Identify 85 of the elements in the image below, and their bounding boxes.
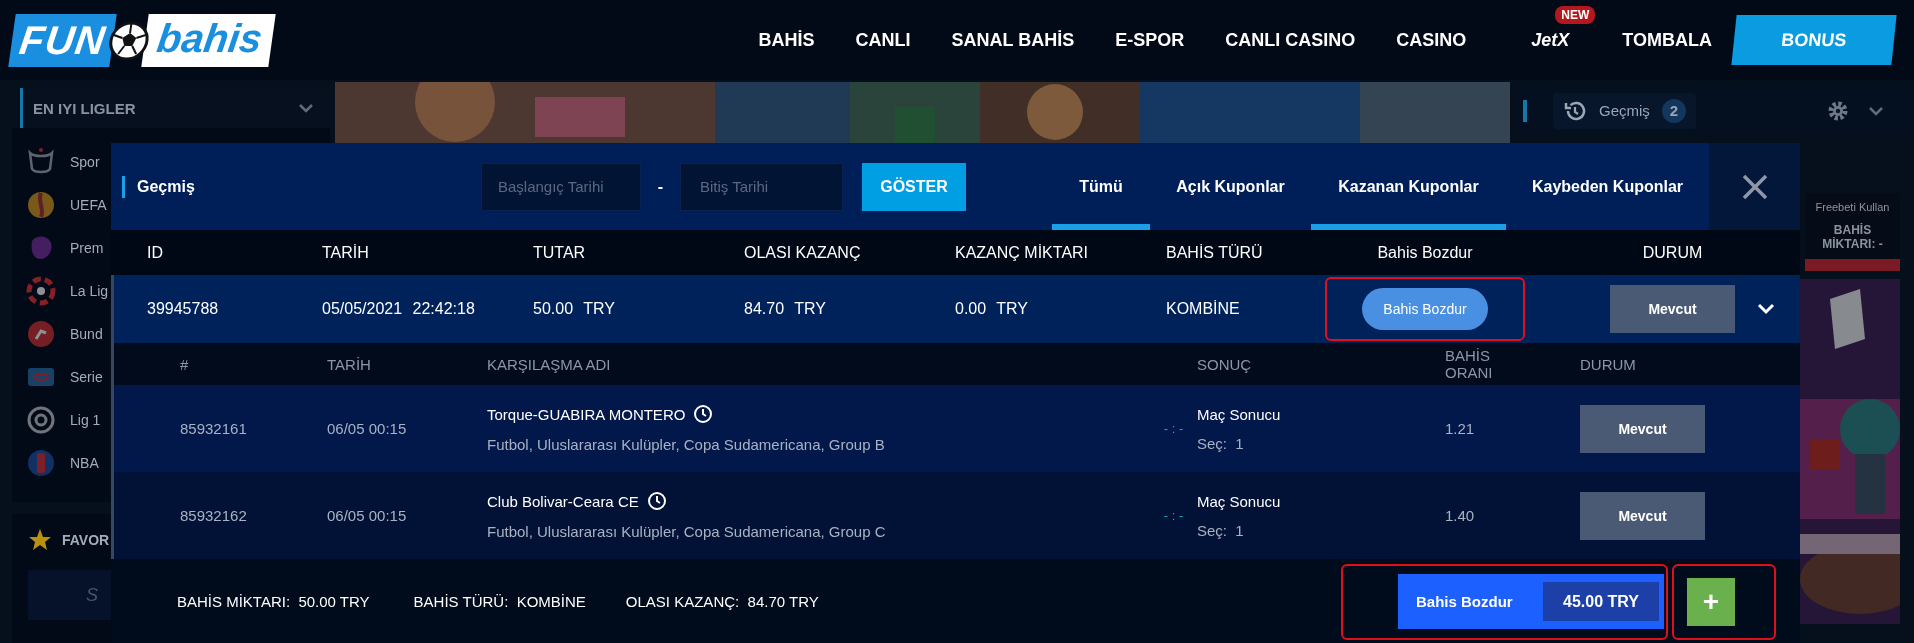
score-text: - : -: [1162, 508, 1185, 523]
star-icon: [28, 528, 52, 552]
freebet-link[interactable]: Freebeti Kullan: [1815, 201, 1890, 213]
column-header: OLASI KAZANÇ: [744, 243, 862, 262]
nav-link[interactable]: CANLI CASINO: [1225, 29, 1356, 51]
league-link[interactable]: Spor: [70, 153, 100, 170]
column-header: KAZANÇ MİKTARI: [955, 243, 1090, 262]
table-cell-text: 06/05 00:15: [327, 420, 408, 437]
status-button[interactable]: Mevcut: [1610, 285, 1735, 333]
match-name: Club Bolivar-Ceara CE: [487, 492, 639, 510]
status-button[interactable]: Mevcut: [1580, 404, 1705, 453]
pick-text: Seç: 1: [1197, 521, 1245, 539]
table-cell-text: 50.00 TRY: [533, 300, 616, 318]
summary-text: BAHİS TÜRÜ: KOMBİNE: [413, 593, 586, 610]
league-logo-icon: [26, 318, 56, 349]
table-cell-text: KOMBİNE: [1166, 300, 1241, 318]
column-header: Bahis Bozdur: [1376, 243, 1474, 262]
nav-link[interactable]: TOMBALA: [1622, 29, 1712, 51]
table-cell-text: 39945788: [146, 300, 220, 318]
chevron-down-icon: [298, 103, 314, 113]
column-header: TUTAR: [533, 243, 587, 262]
nav-link[interactable]: SANAL BAHİS: [951, 29, 1075, 51]
market-name: Maç Sonucu: [1197, 405, 1282, 423]
table-cell-text: 85932162: [179, 507, 248, 524]
date-separator: -: [656, 177, 665, 196]
league-path: Futbol, Uluslararası Kulüpler, Copa Sudamericana, Group C: [487, 523, 887, 540]
table-cell-text: 06/05 00:15: [327, 507, 408, 524]
market-name: Maç Sonucu: [1197, 492, 1282, 510]
cashout-button[interactable]: Bahis Bozdur 45.00 TRY: [1398, 574, 1664, 629]
column-header: BAHİS ORANI: [1445, 347, 1494, 381]
league-link[interactable]: Serie: [70, 368, 103, 385]
table-cell-text: 84.70 TRY: [744, 300, 827, 318]
close-button[interactable]: [1740, 172, 1769, 201]
column-header: BAHİS TÜRÜ: [1166, 243, 1264, 262]
match-name: Torque-GUABIRA MONTERO: [487, 405, 686, 423]
league-logo-icon: [26, 275, 56, 306]
close-icon: [1740, 172, 1769, 201]
summary-text: OLASI KAZANÇ: 84.70 TRY: [625, 593, 819, 610]
pick-text: Seç: 1: [1197, 434, 1245, 452]
score-text: - : -: [1162, 421, 1185, 436]
table-cell-text: 1.21: [1445, 420, 1476, 437]
column-header: ID: [146, 243, 164, 262]
nav-link[interactable]: E-SPOR: [1115, 29, 1185, 51]
status-button[interactable]: Mevcut: [1580, 491, 1705, 540]
league-link[interactable]: UEFA: [70, 196, 107, 213]
column-header: DURUM: [1641, 243, 1704, 262]
new-badge: NEW: [1555, 5, 1596, 24]
league-link[interactable]: La Lig: [70, 282, 109, 299]
league-link[interactable]: Prem: [70, 239, 104, 256]
jetx-logo[interactable]: JetX: [1531, 29, 1570, 50]
date-field[interactable]: Başlangıç Tarihi: [481, 162, 641, 211]
history-button[interactable]: Geçmiş 2: [1553, 92, 1696, 129]
dialog-title: Geçmiş: [137, 177, 195, 196]
league-link[interactable]: Bund: [70, 325, 103, 342]
league-link[interactable]: Lig 1: [70, 411, 101, 428]
column-header: TARİH: [327, 355, 372, 373]
table-cell-text: 1.40: [1445, 507, 1476, 524]
sidebar-title: EN IYI LIGLER: [33, 99, 136, 117]
favorites-title: FAVOR: [62, 532, 110, 548]
nav-link[interactable]: CASINO: [1396, 29, 1467, 51]
column-header: SONUÇ: [1197, 355, 1253, 373]
count-badge: 2: [1661, 98, 1686, 123]
league-path: Futbol, Uluslararası Kulüpler, Copa Sudamericana, Group B: [487, 436, 886, 453]
filter-tab[interactable]: Kaybeden Kuponlar: [1506, 143, 1709, 230]
column-header: KARŞILAŞMA ADI: [487, 355, 612, 373]
league-logo-icon: [26, 404, 56, 435]
filter-tab[interactable]: Açık Kuponlar: [1150, 143, 1311, 230]
date-field[interactable]: Bitiş Tarihi: [680, 162, 843, 211]
table-cell-text: 05/05/2021 22:42:18: [322, 300, 476, 318]
nav-link[interactable]: BAHİS: [758, 29, 815, 51]
clock-icon: [693, 404, 714, 424]
chevron-down-icon: [1868, 105, 1884, 116]
league-logo-icon: [26, 189, 56, 220]
table-cell-text: 85932161: [179, 420, 248, 437]
table-cell-text: 0.00 TRY: [955, 300, 1029, 318]
cashout-amount: 45.00 TRY: [1543, 582, 1659, 621]
bet-amount-label: BAHİS MİKTARI: -: [1821, 223, 1884, 251]
league-link[interactable]: NBA: [70, 454, 99, 471]
nav-link[interactable]: CANLI: [855, 29, 911, 51]
column-header: DURUM: [1580, 355, 1637, 373]
column-header: TARİH: [322, 243, 370, 262]
clock-icon: [646, 491, 667, 511]
column-header: #: [179, 355, 190, 373]
league-logo-icon: [26, 447, 56, 478]
summary-text: BAHİS MİKTARI: 50.00 TRY: [177, 593, 370, 610]
